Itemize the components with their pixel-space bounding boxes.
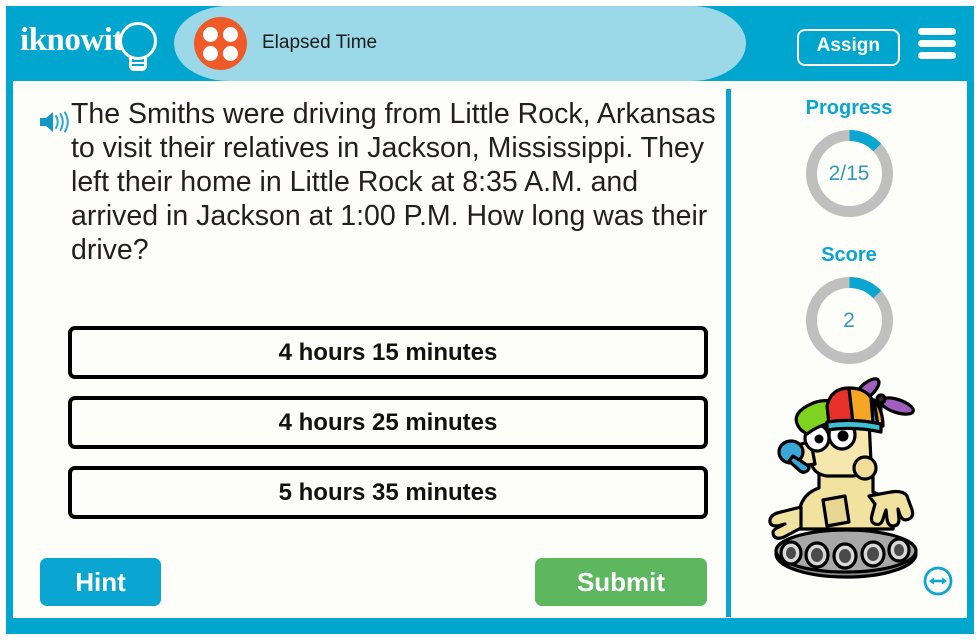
hamburger-menu-icon[interactable] bbox=[918, 28, 956, 60]
dot bbox=[203, 27, 218, 42]
progress-ring: 2/15 bbox=[801, 125, 898, 222]
answer-option[interactable]: 5 hours 35 minutes bbox=[68, 466, 708, 519]
menu-bar bbox=[918, 40, 956, 47]
score-ring: 2 bbox=[801, 272, 898, 369]
topic-panel: Elapsed Time bbox=[174, 6, 746, 81]
assign-button[interactable]: Assign bbox=[796, 29, 900, 66]
content-card: The Smiths were driving from Little Rock… bbox=[13, 81, 967, 618]
dot bbox=[203, 46, 218, 61]
app-header: iknowit Elapsed Time Assign bbox=[6, 6, 974, 81]
app-window: iknowit Elapsed Time Assign The Smiths w… bbox=[6, 6, 974, 634]
lightbulb-icon bbox=[119, 22, 157, 60]
speaker-audio-icon[interactable] bbox=[38, 109, 70, 135]
answer-option[interactable]: 4 hours 25 minutes bbox=[68, 396, 708, 449]
question-text: The Smiths were driving from Little Rock… bbox=[71, 98, 716, 266]
hint-button[interactable]: Hint bbox=[40, 558, 161, 606]
lightbulb-base-icon bbox=[129, 58, 147, 71]
logo-text: iknowit bbox=[20, 22, 123, 58]
topic-title: Elapsed Time bbox=[262, 32, 378, 53]
menu-bar bbox=[918, 28, 956, 35]
iknowit-logo[interactable]: iknowit bbox=[20, 20, 170, 72]
progress-value: 2/15 bbox=[828, 161, 870, 185]
dot bbox=[223, 27, 238, 42]
resize-horizontal-arrow-icon[interactable] bbox=[923, 566, 953, 596]
lightbulb-line-icon bbox=[129, 66, 147, 68]
dot bbox=[223, 46, 238, 61]
score-label: Score bbox=[821, 244, 877, 266]
answer-option[interactable]: 4 hours 15 minutes bbox=[68, 326, 708, 379]
lightbulb-line-icon bbox=[129, 62, 147, 64]
answer-options-list: 4 hours 15 minutes 4 hours 25 minutes 5 … bbox=[68, 326, 708, 536]
score-value: 2 bbox=[843, 308, 855, 332]
four-dot-circle-icon bbox=[194, 17, 247, 70]
menu-bar bbox=[918, 52, 956, 59]
progress-meter: Progress 2/15 bbox=[731, 97, 967, 222]
submit-button[interactable]: Submit bbox=[535, 558, 707, 606]
sidebar: Progress 2/15 Score 2 bbox=[731, 81, 967, 618]
progress-label: Progress bbox=[805, 97, 893, 119]
robot-mascot-propeller-hat bbox=[768, 377, 918, 579]
score-meter: Score 2 bbox=[731, 244, 967, 369]
